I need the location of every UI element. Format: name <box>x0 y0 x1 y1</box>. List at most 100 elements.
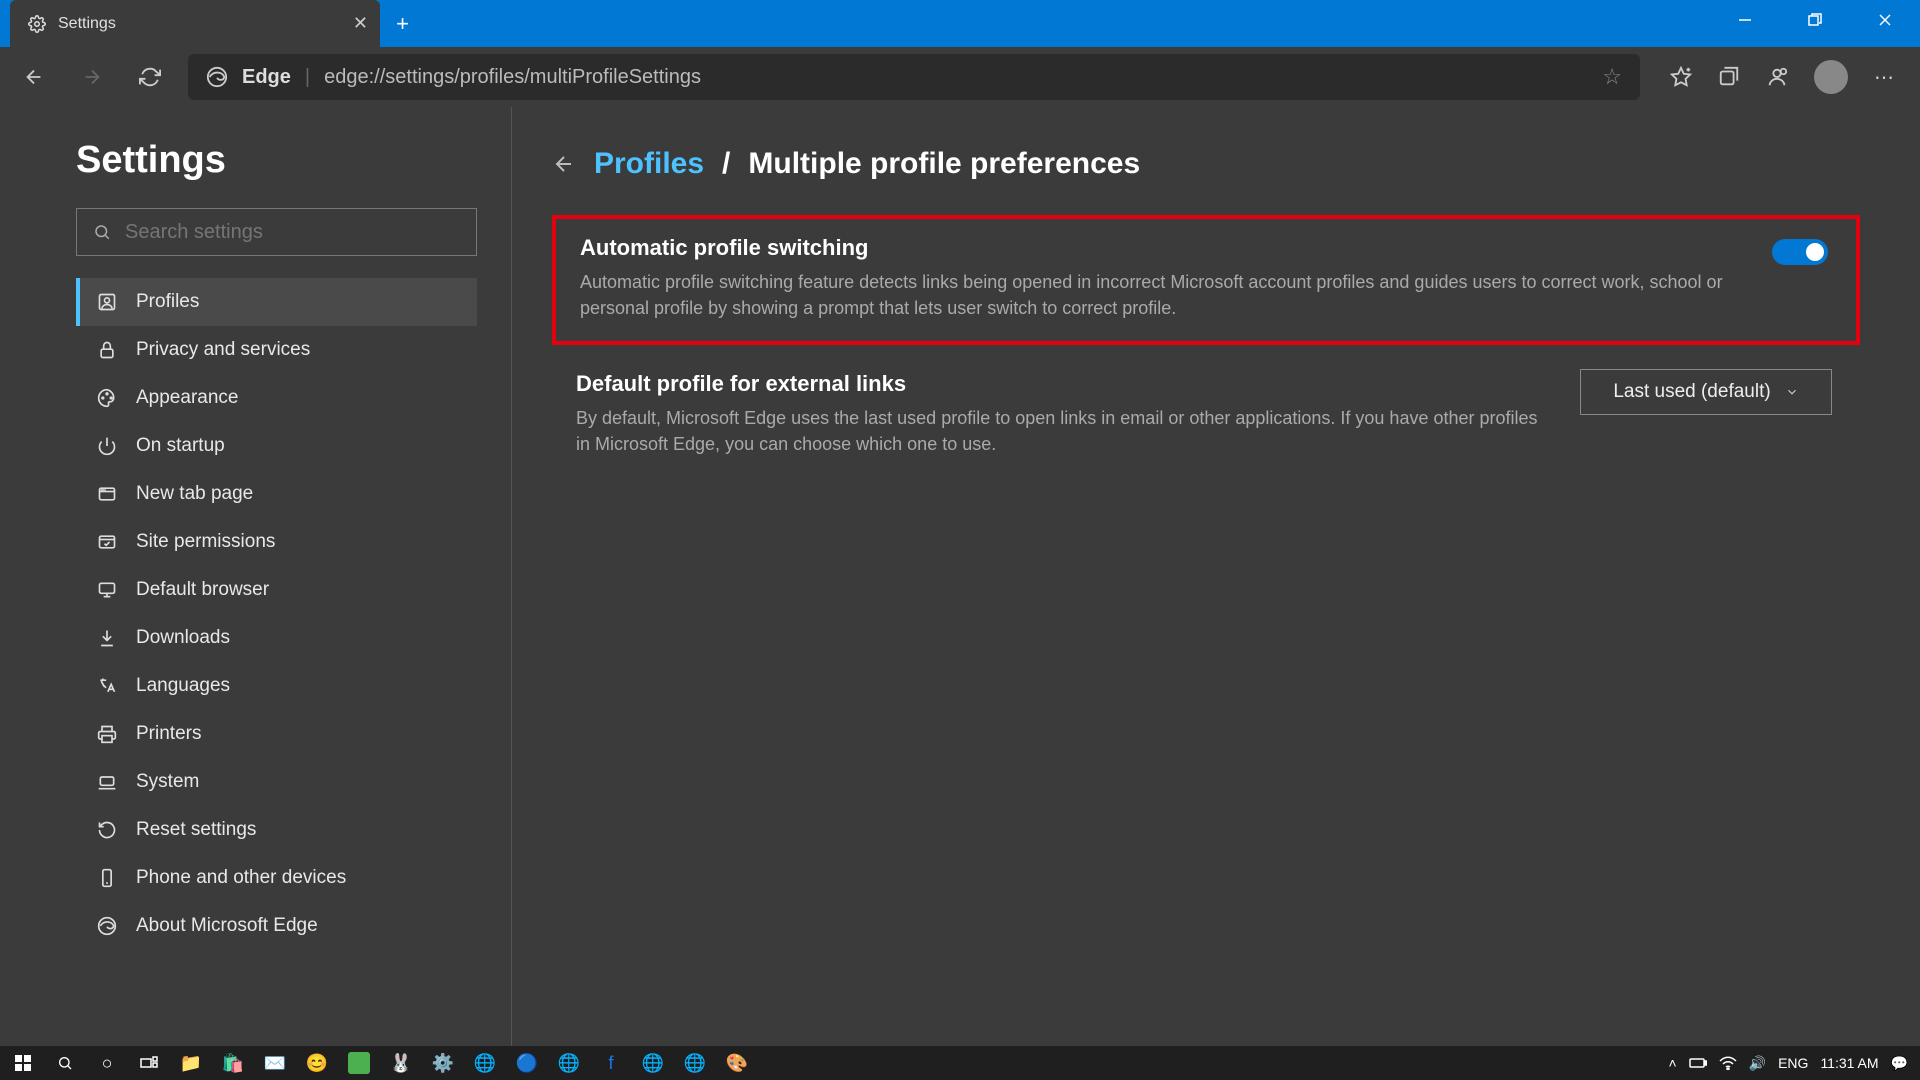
taskbar-app-edge4[interactable]: 🌐 <box>678 1048 712 1078</box>
sidebar-item-label: Printers <box>136 723 201 745</box>
dropdown-selected: Last used (default) <box>1613 381 1770 403</box>
address-brand: Edge <box>242 66 291 89</box>
sidebar-item-defaultbrowser[interactable]: Default browser <box>76 566 477 614</box>
settings-content: Profiles / Multiple profile preferences … <box>512 107 1920 1046</box>
permissions-icon <box>96 532 118 552</box>
sidebar-item-label: Site permissions <box>136 531 275 553</box>
breadcrumb-back-button[interactable] <box>552 152 576 176</box>
taskbar-app-settings[interactable]: ⚙️ <box>426 1048 460 1078</box>
sidebar-item-label: Phone and other devices <box>136 867 346 889</box>
newtab-icon <box>96 484 118 504</box>
address-bar[interactable]: Edge | edge://settings/profiles/multiPro… <box>188 54 1640 100</box>
printer-icon <box>96 724 118 744</box>
browser-tab-settings[interactable]: Settings ✕ <box>10 0 380 47</box>
download-icon <box>96 628 118 648</box>
taskbar-app[interactable]: 🐰 <box>384 1048 418 1078</box>
breadcrumb: Profiles / Multiple profile preferences <box>552 147 1860 181</box>
sidebar-item-about[interactable]: About Microsoft Edge <box>76 902 477 950</box>
profile-icon[interactable] <box>1766 66 1788 88</box>
auto-switch-toggle[interactable] <box>1772 239 1828 265</box>
address-url: edge://settings/profiles/multiProfileSet… <box>324 66 701 89</box>
maximize-button[interactable] <box>1780 0 1850 40</box>
edge-logo-icon <box>206 66 228 88</box>
tray-overflow-icon[interactable]: ˄ <box>1668 1055 1676 1071</box>
taskbar-app-mail[interactable]: ✉️ <box>258 1048 292 1078</box>
tab-title: Settings <box>58 15 116 33</box>
taskbar-app-facebook[interactable]: f <box>594 1048 628 1078</box>
edge-icon <box>96 916 118 936</box>
sidebar-item-downloads[interactable]: Downloads <box>76 614 477 662</box>
search-input[interactable] <box>125 221 460 244</box>
more-menu-button[interactable]: ⋯ <box>1874 65 1894 90</box>
taskbar-app-edge2[interactable]: 🌐 <box>552 1048 586 1078</box>
sidebar-item-sitepermissions[interactable]: Site permissions <box>76 518 477 566</box>
battery-icon[interactable] <box>1689 1057 1707 1069</box>
search-settings[interactable] <box>76 208 477 256</box>
sidebar-item-label: About Microsoft Edge <box>136 915 318 937</box>
sidebar-item-languages[interactable]: Languages <box>76 662 477 710</box>
search-button[interactable] <box>48 1048 82 1078</box>
monitor-icon <box>96 580 118 600</box>
setting-description: By default, Microsoft Edge uses the last… <box>576 405 1546 457</box>
taskbar-app-explorer[interactable]: 📁 <box>174 1048 208 1078</box>
taskbar-app-edge3[interactable]: 🌐 <box>636 1048 670 1078</box>
sidebar-item-resetsettings[interactable]: Reset settings <box>76 806 477 854</box>
sidebar-item-label: On startup <box>136 435 225 457</box>
sidebar-item-label: Default browser <box>136 579 269 601</box>
power-icon <box>96 436 118 456</box>
close-window-button[interactable] <box>1850 0 1920 40</box>
settings-sidebar: Settings Profiles Privacy and services A… <box>0 107 512 1046</box>
setting-default-profile: Default profile for external links By de… <box>552 355 1860 477</box>
back-button[interactable] <box>14 57 54 97</box>
task-view-button[interactable] <box>132 1048 166 1078</box>
sidebar-item-printers[interactable]: Printers <box>76 710 477 758</box>
breadcrumb-current: Multiple profile preferences <box>748 147 1140 181</box>
sidebar-item-label: Profiles <box>136 291 199 313</box>
breadcrumb-separator: / <box>722 147 730 181</box>
system-tray: ˄ 🔊 ENG 11:31 AM 💬 <box>1668 1055 1914 1072</box>
sidebar-item-label: Downloads <box>136 627 230 649</box>
breadcrumb-parent-link[interactable]: Profiles <box>594 147 704 181</box>
taskbar-app-store[interactable]: 🛍️ <box>216 1048 250 1078</box>
cortana-button[interactable]: ○ <box>90 1048 124 1078</box>
sidebar-item-onstartup[interactable]: On startup <box>76 422 477 470</box>
gear-icon <box>28 15 46 33</box>
appearance-icon <box>96 388 118 408</box>
sidebar-item-newtabpage[interactable]: New tab page <box>76 470 477 518</box>
taskbar-app[interactable] <box>348 1052 370 1074</box>
settings-page: Settings Profiles Privacy and services A… <box>0 107 1920 1046</box>
start-button[interactable] <box>6 1048 40 1078</box>
taskbar-app-paint[interactable]: 🎨 <box>720 1048 754 1078</box>
setting-description: Automatic profile switching feature dete… <box>580 269 1760 321</box>
toolbar: Edge | edge://settings/profiles/multiPro… <box>0 47 1920 107</box>
default-profile-dropdown[interactable]: Last used (default) <box>1580 369 1832 415</box>
favorite-outline-icon[interactable]: ☆ <box>1602 64 1622 90</box>
sidebar-item-appearance[interactable]: Appearance <box>76 374 477 422</box>
sidebar-item-label: System <box>136 771 199 793</box>
reset-icon <box>96 820 118 840</box>
volume-icon[interactable]: 🔊 <box>1749 1055 1766 1072</box>
notifications-icon[interactable]: 💬 <box>1891 1055 1908 1072</box>
close-tab-button[interactable]: ✕ <box>353 13 368 34</box>
sidebar-item-phone[interactable]: Phone and other devices <box>76 854 477 902</box>
tray-language[interactable]: ENG <box>1778 1055 1808 1071</box>
window-controls <box>1710 0 1920 40</box>
titlebar: Settings ✕ + <box>0 0 1920 47</box>
chevron-down-icon <box>1785 385 1799 399</box>
new-tab-button[interactable]: + <box>380 0 425 47</box>
refresh-button[interactable] <box>130 57 170 97</box>
sidebar-item-profiles[interactable]: Profiles <box>76 278 477 326</box>
taskbar-app-edge[interactable]: 🌐 <box>468 1048 502 1078</box>
taskbar-app[interactable]: 😊 <box>300 1048 334 1078</box>
favorites-button[interactable] <box>1670 66 1692 88</box>
minimize-button[interactable] <box>1710 0 1780 40</box>
user-avatar[interactable] <box>1814 60 1848 94</box>
wifi-icon[interactable] <box>1719 1056 1737 1070</box>
collections-button[interactable] <box>1718 66 1740 88</box>
sidebar-item-privacy[interactable]: Privacy and services <box>76 326 477 374</box>
tray-time[interactable]: 11:31 AM <box>1820 1055 1878 1071</box>
taskbar-app-chrome[interactable]: 🔵 <box>510 1048 544 1078</box>
sidebar-item-system[interactable]: System <box>76 758 477 806</box>
forward-button[interactable] <box>72 57 112 97</box>
sidebar-item-label: New tab page <box>136 483 253 505</box>
